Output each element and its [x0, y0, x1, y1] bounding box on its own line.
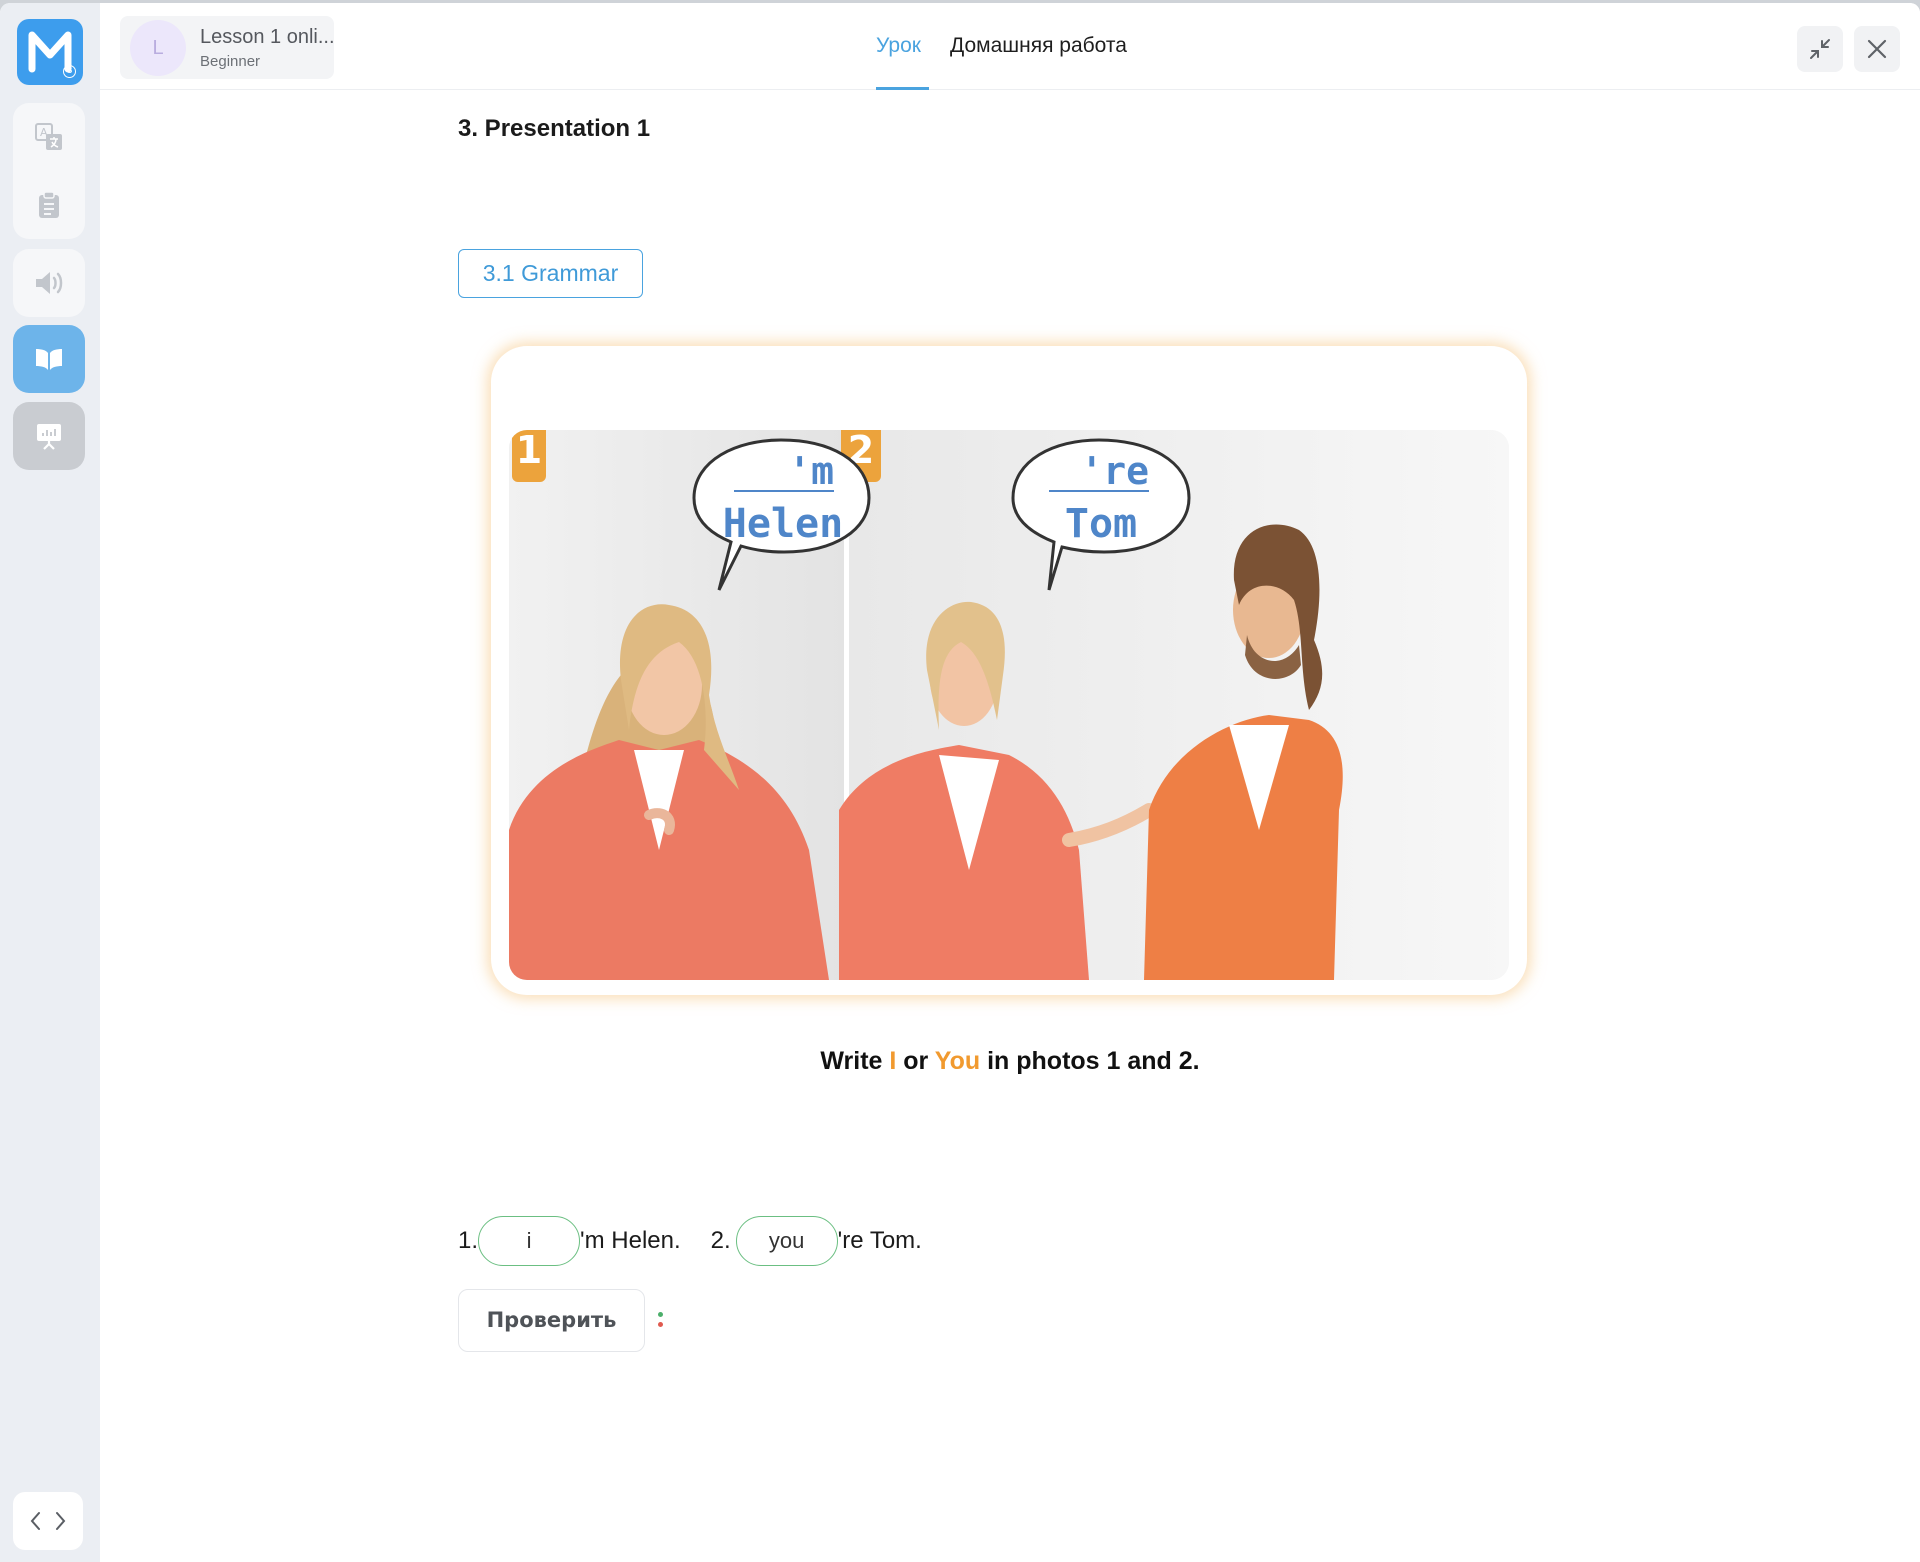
exercise-instruction: Write I or You in photos 1 and 2. [0, 1047, 1920, 1076]
lesson-title: Lesson 1 onli... [200, 26, 335, 48]
open-book-icon [36, 349, 62, 370]
lesson-selector[interactable]: L Lesson 1 onli... Beginner [120, 16, 335, 79]
collapse-button[interactable] [1797, 26, 1843, 72]
check-button[interactable]: Проверить [458, 1289, 645, 1352]
close-icon [1867, 39, 1887, 59]
instruction-word-you: You [934, 1047, 981, 1075]
photo-illustration: 1 2 'm Helen 're Tom [509, 430, 1509, 980]
sidebar-nav-arrows [13, 1492, 83, 1550]
status-dot-correct [658, 1312, 663, 1317]
panel-1-number: 1 [516, 430, 542, 472]
instruction-part-3: in photos 1 and 2. [980, 1047, 1200, 1075]
speaker-icon [36, 272, 63, 294]
grammar-photo-card: 1 2 'm Helen 're Tom [491, 346, 1527, 995]
sidebar-tools-group: A [13, 103, 85, 239]
sidebar-book-button[interactable] [13, 325, 85, 393]
collapse-icon [1810, 39, 1830, 59]
sidebar-presentation-button[interactable] [13, 402, 85, 470]
bubble-1-line-1: 'm [788, 449, 834, 493]
active-tab-indicator [876, 87, 929, 90]
status-dot-incorrect [658, 1322, 663, 1327]
answer-field-1[interactable]: i [478, 1216, 581, 1266]
sidebar-audio-button[interactable] [13, 249, 85, 317]
bubble-2-line-1: 're [1080, 449, 1149, 493]
item-1-number: 1. [458, 1227, 479, 1254]
grammar-tag: 3.1 Grammar [458, 249, 643, 298]
exercise-sentences: 1. i 'm Helen. 2. you 're Tom. [458, 1216, 922, 1266]
chevron-left-icon[interactable] [29, 1511, 41, 1531]
tab-lesson[interactable]: Урок [876, 34, 921, 58]
app-logo[interactable]: S [17, 19, 83, 85]
top-bar: L Lesson 1 onli... Beginner Урок Домашня… [100, 3, 1920, 90]
lesson-level: Beginner [200, 53, 261, 70]
instruction-part-2: or [896, 1047, 935, 1075]
lesson-avatar: L [130, 20, 186, 76]
close-button[interactable] [1854, 26, 1900, 72]
clipboard-icon[interactable] [37, 191, 61, 219]
chevron-right-icon[interactable] [55, 1511, 67, 1531]
instruction-part-1: Write [820, 1047, 890, 1075]
section-title: 3. Presentation 1 [458, 115, 651, 142]
sidebar: S A [0, 3, 100, 1562]
answer-field-2[interactable]: you [735, 1216, 838, 1266]
bubble-2-line-2: Tom [1065, 501, 1137, 547]
tab-homework[interactable]: Домашняя работа [950, 34, 1127, 58]
app-window: S A L Lesson 1 onli... Beginner Урок Дом… [0, 3, 1920, 1562]
item-2-number: 2. [710, 1227, 731, 1254]
bubble-1-line-2: Helen [723, 501, 843, 547]
logo-badge: S [63, 65, 76, 78]
item-1-text: 'm Helen. [580, 1227, 681, 1254]
photo-scene: 1 2 'm Helen 're Tom [509, 430, 1509, 980]
presentation-board-icon [37, 424, 61, 450]
item-2-text: 're Tom. [837, 1227, 922, 1254]
translate-icon[interactable]: A [33, 121, 65, 153]
